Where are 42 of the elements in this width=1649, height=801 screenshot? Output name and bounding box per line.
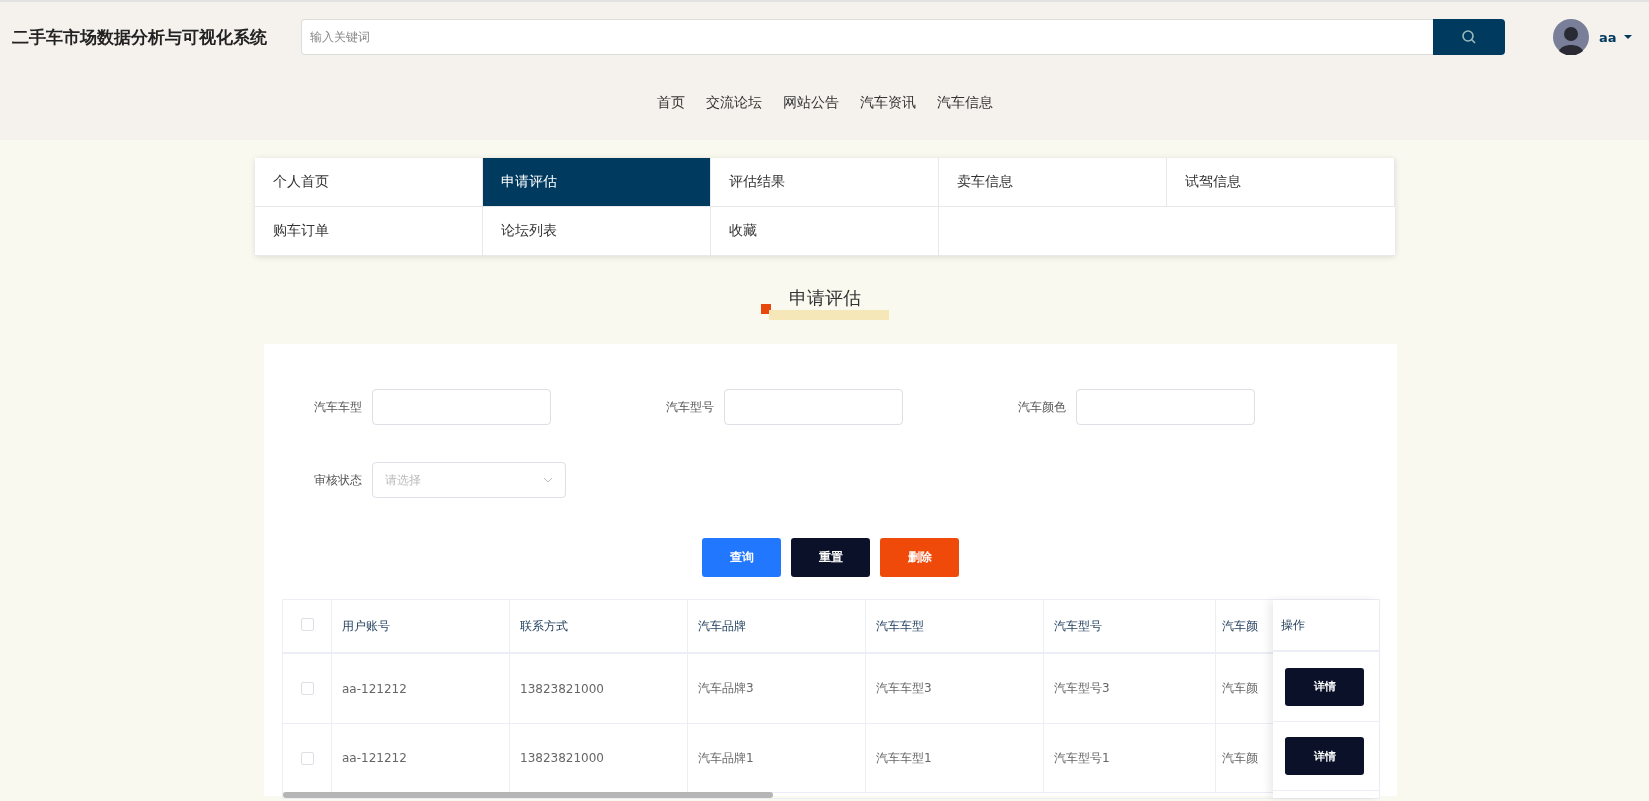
site-title: 二手车市场数据分析与可视化系统 (12, 25, 268, 49)
table-cell-text: 汽车颜 (1221, 749, 1259, 767)
table-cell: 汽车型号1 (1044, 724, 1216, 792)
table-cell: 汽车型号3 (1044, 654, 1216, 723)
table-cell: 汽车车型1 (866, 724, 1044, 792)
column-header: 用户账号 (332, 600, 510, 652)
column-header: 汽车型号 (1044, 600, 1216, 652)
column-header: 汽车车型 (866, 600, 1044, 652)
action-button[interactable]: 查询 (702, 538, 781, 577)
search-field[interactable]: 输入关键词 (301, 19, 1433, 55)
nav-link[interactable]: 首页 (656, 94, 685, 112)
table-cell: 13823821000 (510, 654, 688, 723)
nav-link[interactable]: 汽车信息 (936, 94, 993, 112)
column-header: 汽车颜 (1221, 617, 1259, 635)
table-cell: 汽车品牌3 (688, 654, 866, 723)
menu-tab[interactable]: 收藏 (710, 207, 939, 256)
section-title: 申请评估 (788, 286, 861, 310)
menu-tab[interactable]: 评估结果 (710, 158, 939, 207)
detail-button[interactable]: 详情 (1285, 737, 1364, 775)
menu-tab[interactable]: 卖车信息 (938, 158, 1167, 207)
column-header: 汽车品牌 (688, 600, 866, 652)
action-button[interactable]: 删除 (880, 538, 959, 577)
table-cell-text: 汽车颜 (1221, 680, 1259, 697)
detail-button[interactable]: 详情 (1285, 667, 1364, 706)
table-cell: 汽车车型3 (866, 654, 1044, 723)
field-label: 汽车颜色 (1017, 398, 1066, 416)
menu-tab[interactable]: 论坛列表 (482, 207, 711, 256)
column-header: 联系方式 (510, 600, 688, 652)
menu-tab[interactable]: 个人首页 (254, 158, 483, 207)
table-cell: aa-121212 (332, 654, 510, 723)
field-label: 审核状态 (313, 471, 362, 489)
menu-tab[interactable]: 申请评估 (482, 158, 711, 207)
column-header: 操作 (1273, 600, 1379, 652)
nav-link[interactable]: 汽车资讯 (859, 94, 916, 112)
menu-tab[interactable]: 购车订单 (254, 207, 483, 256)
nav-link[interactable]: 交流论坛 (705, 94, 762, 112)
user-name[interactable]: aa (1599, 29, 1617, 45)
field-label: 汽车车型 (313, 398, 362, 416)
action-button[interactable]: 重置 (791, 538, 870, 577)
field-label: 汽车型号 (665, 398, 714, 416)
menu-tab[interactable]: 试驾信息 (1166, 158, 1395, 207)
nav-link[interactable]: 网站公告 (782, 94, 839, 112)
